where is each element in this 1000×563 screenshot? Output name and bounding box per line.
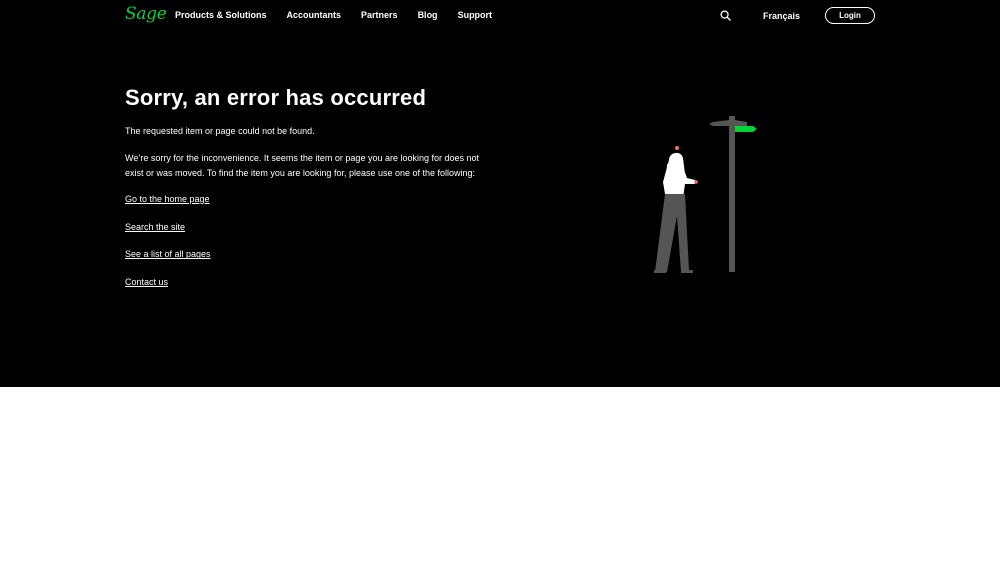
apology-text: We’re sorry for the inconvenience. It se… bbox=[125, 153, 480, 178]
nav-item-products-solutions[interactable]: Products & Solutions bbox=[175, 10, 267, 20]
page-title: Sorry, an error has occurred bbox=[125, 85, 427, 110]
error-content: Sorry, an error has occurred The request… bbox=[125, 85, 505, 304]
lost-person-signpost-illustration bbox=[654, 116, 757, 273]
all-pages-link[interactable]: See a list of all pages bbox=[125, 248, 505, 260]
nav-item-accountants[interactable]: Accountants bbox=[287, 10, 342, 20]
nav-item-partners[interactable]: Partners bbox=[361, 10, 398, 20]
top-navigation: Sage Products & Solutions Accountants Pa… bbox=[0, 0, 1000, 32]
help-links: Go to the home page Search the site See … bbox=[125, 193, 505, 288]
sage-logo[interactable]: Sage bbox=[125, 4, 167, 24]
nav-item-blog[interactable]: Blog bbox=[418, 10, 438, 20]
home-page-link[interactable]: Go to the home page bbox=[125, 193, 505, 205]
search-icon[interactable] bbox=[720, 10, 731, 21]
search-site-link[interactable]: Search the site bbox=[125, 221, 505, 233]
hero-section: Sage Products & Solutions Accountants Pa… bbox=[0, 0, 1000, 387]
language-toggle[interactable]: Français bbox=[763, 11, 800, 21]
nav-item-support[interactable]: Support bbox=[458, 10, 493, 20]
main-menu: Products & Solutions Accountants Partner… bbox=[175, 10, 512, 20]
contact-us-link[interactable]: Contact us bbox=[125, 276, 505, 288]
login-button[interactable]: Login bbox=[825, 7, 875, 24]
error-message: The requested item or page could not be … bbox=[125, 126, 315, 136]
